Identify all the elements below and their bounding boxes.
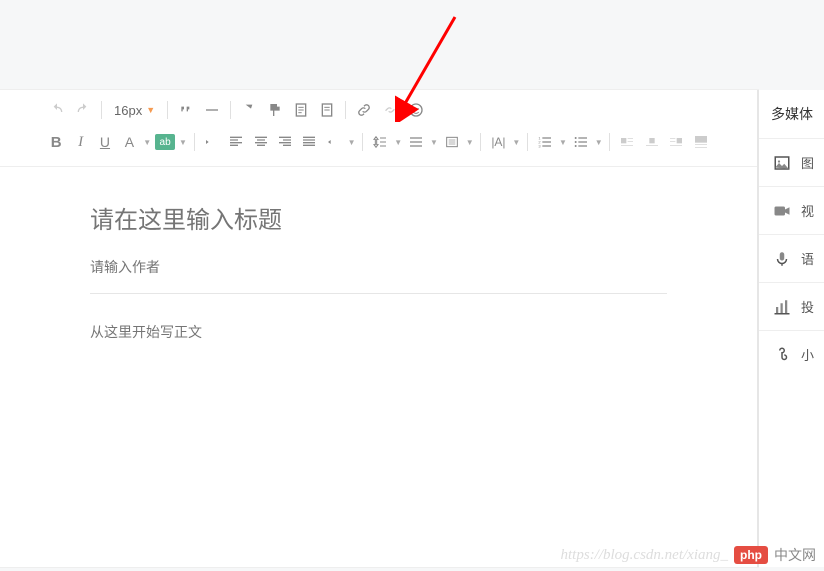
multimedia-panel: 多媒体 图 视 语 投 小 — [758, 90, 824, 567]
media-image-button[interactable]: 图 — [759, 138, 824, 186]
hr-button[interactable] — [200, 98, 224, 122]
doc1-button[interactable] — [289, 98, 313, 122]
separator — [480, 133, 481, 151]
font-color-button[interactable]: A — [118, 130, 140, 154]
php-badge: php — [734, 546, 768, 564]
doc2-button[interactable] — [315, 98, 339, 122]
editor-panel: 16px ▼ B I U A ▼ ab — [0, 90, 758, 567]
separator — [167, 101, 168, 119]
dropdown-icon[interactable]: ▼ — [465, 138, 474, 147]
align-left-button[interactable] — [225, 130, 247, 154]
ordered-list-button[interactable]: 123 — [534, 130, 556, 154]
bold-button[interactable]: B — [45, 130, 67, 154]
unlink-button[interactable] — [378, 98, 402, 122]
dropdown-icon[interactable]: ▼ — [143, 138, 152, 147]
content-area — [0, 167, 757, 567]
media-label: 语 — [801, 249, 814, 268]
watermark: https://blog.csdn.net/xiang_ php 中文网 — [561, 545, 816, 565]
align-right-button[interactable] — [274, 130, 296, 154]
main-container: 16px ▼ B I U A ▼ ab — [0, 90, 824, 567]
media-chart-button[interactable]: 投 — [759, 282, 824, 330]
font-a-label: A — [125, 134, 134, 150]
separator — [527, 133, 528, 151]
spacing-button[interactable] — [405, 130, 427, 154]
media-label: 投 — [801, 297, 814, 316]
body-input[interactable] — [90, 322, 667, 522]
unordered-list-button[interactable] — [570, 130, 592, 154]
margin-button[interactable] — [441, 130, 463, 154]
redo-button[interactable] — [71, 98, 95, 122]
media-audio-button[interactable]: 语 — [759, 234, 824, 282]
align-justify-button[interactable] — [298, 130, 320, 154]
format-paint-button[interactable] — [263, 98, 287, 122]
bg-label: ab — [155, 134, 175, 150]
title-input[interactable] — [90, 207, 667, 235]
caret-icon: ▼ — [146, 105, 155, 115]
separator — [230, 101, 231, 119]
separator — [345, 101, 346, 119]
media-label: 小 — [801, 345, 814, 364]
toolbar-row-1: 16px ▼ — [45, 98, 712, 122]
mic-icon — [773, 250, 791, 268]
fontsize-selector[interactable]: 16px ▼ — [108, 103, 161, 118]
float-left-button[interactable] — [616, 130, 638, 154]
video-icon — [773, 202, 791, 220]
float-none-button[interactable] — [689, 130, 711, 154]
dropdown-icon[interactable]: ▼ — [594, 138, 603, 147]
letterspace-button[interactable]: |A| — [487, 130, 509, 154]
bg-color-button[interactable]: ab — [154, 130, 176, 154]
miniprogram-icon — [773, 346, 791, 364]
line-spacing-button[interactable] — [369, 130, 391, 154]
dropdown-icon[interactable]: ▼ — [347, 138, 356, 147]
media-miniprogram-button[interactable]: 小 — [759, 330, 824, 378]
chart-icon — [773, 298, 791, 316]
dropdown-icon[interactable]: ▼ — [394, 138, 403, 147]
dropdown-icon[interactable]: ▼ — [512, 138, 521, 147]
multimedia-title: 多媒体 — [759, 90, 824, 138]
watermark-url: https://blog.csdn.net/xiang_ — [561, 547, 728, 564]
author-input[interactable] — [90, 259, 667, 294]
undo-button[interactable] — [45, 98, 69, 122]
quote-button[interactable] — [174, 98, 198, 122]
dropdown-icon[interactable]: ▼ — [178, 138, 187, 147]
fontsize-label: 16px — [114, 103, 142, 118]
underline-button[interactable]: U — [94, 130, 116, 154]
dropdown-icon[interactable]: ▼ — [558, 138, 567, 147]
italic-button[interactable]: I — [69, 130, 91, 154]
float-right-button[interactable] — [665, 130, 687, 154]
link-button[interactable] — [352, 98, 376, 122]
image-icon — [773, 154, 791, 172]
separator — [609, 133, 610, 151]
media-label: 视 — [801, 201, 814, 220]
watermark-suffix: 中文网 — [774, 545, 816, 565]
media-video-button[interactable]: 视 — [759, 186, 824, 234]
media-label: 图 — [801, 153, 814, 172]
toolbar-row-2: B I U A ▼ ab ▼ ▼ ▼ ▼ — [45, 130, 712, 154]
toolbar: 16px ▼ B I U A ▼ ab — [0, 90, 757, 167]
indent-button[interactable] — [201, 130, 223, 154]
header-gap — [0, 0, 824, 90]
emoji-button[interactable] — [404, 98, 428, 122]
separator — [101, 101, 102, 119]
outdent-button[interactable] — [323, 130, 345, 154]
dropdown-icon[interactable]: ▼ — [429, 138, 438, 147]
align-center-button[interactable] — [249, 130, 271, 154]
float-center-button[interactable] — [641, 130, 663, 154]
separator — [362, 133, 363, 151]
separator — [194, 133, 195, 151]
svg-text:3: 3 — [538, 143, 541, 148]
clear-format-button[interactable] — [237, 98, 261, 122]
